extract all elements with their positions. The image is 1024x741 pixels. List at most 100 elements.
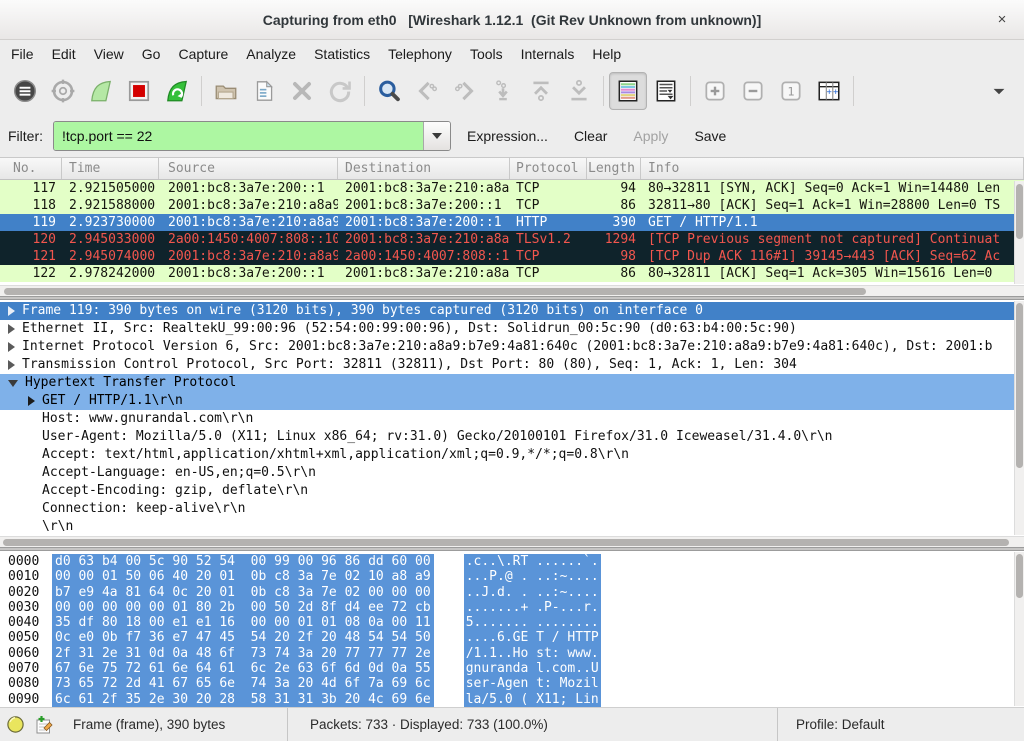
detail-line[interactable]: Ethernet II, Src: RealtekU_99:00:96 (52:… (0, 320, 1024, 338)
clear-button[interactable]: Clear (574, 128, 607, 144)
detail-line[interactable]: Accept-Language: en-US,en;q=0.5\r\n (0, 464, 1024, 482)
hex-bytes[interactable]: b7 e9 4a 81 64 0c 20 01 0b c8 3a 7e 02 0… (52, 585, 434, 600)
zoom-out-button[interactable] (734, 72, 772, 110)
find-packet-button[interactable] (370, 72, 408, 110)
menu-item-edit[interactable]: Edit (43, 42, 85, 66)
capture-options-button[interactable] (44, 72, 82, 110)
save-button[interactable]: Save (694, 128, 726, 144)
column-header-info[interactable]: Info (641, 158, 1024, 179)
go-to-bottom-button[interactable] (560, 72, 598, 110)
details-hscrollbar-thumb[interactable] (3, 539, 1009, 546)
hex-bytes[interactable]: 35 df 80 18 00 e1 e1 16 00 00 01 01 08 0… (52, 615, 434, 630)
column-header-time[interactable]: Time (62, 158, 159, 179)
hex-row-0080[interactable]: 008073 65 72 2d 41 67 65 6e 74 3a 20 4d … (0, 676, 1024, 691)
packet-row-119[interactable]: 1192.9237300002001:bc8:3a7e:210:a8a92001… (0, 214, 1024, 231)
go-to-top-button[interactable] (522, 72, 560, 110)
packet-row-120[interactable]: 1202.9450330002a00:1450:4007:808::102001… (0, 231, 1024, 248)
save-capture-file-button[interactable] (245, 72, 283, 110)
hex-row-0010[interactable]: 001000 00 01 50 06 40 20 01 0b c8 3a 7e … (0, 569, 1024, 584)
detail-line[interactable]: \r\n (0, 518, 1024, 536)
colorize-packet-list-button[interactable] (609, 72, 647, 110)
hex-row-0070[interactable]: 007067 6e 75 72 61 6e 64 61 6c 2e 63 6f … (0, 661, 1024, 676)
capture-stop-button[interactable] (120, 72, 158, 110)
hex-ascii[interactable]: ....6.GE T / HTTP (464, 630, 601, 645)
collapsed-arrow-icon[interactable] (8, 360, 15, 370)
show-interfaces-button[interactable] (6, 72, 44, 110)
detail-line[interactable]: Host: www.gnurandal.com\r\n (0, 410, 1024, 428)
auto-scroll-button[interactable] (647, 72, 685, 110)
hex-bytes[interactable]: 00 00 00 00 00 01 80 2b 00 50 2d 8f d4 e… (52, 600, 434, 615)
packet-list-vscrollbar-thumb[interactable] (1016, 184, 1023, 239)
packet-list-hscrollbar[interactable] (0, 285, 1024, 296)
column-header-destination[interactable]: Destination (338, 158, 510, 179)
menu-item-telephony[interactable]: Telephony (379, 42, 461, 66)
hex-ascii[interactable]: gnuranda l.com..U (464, 661, 601, 676)
statusbar-profile[interactable]: Profile: Default (796, 717, 885, 732)
go-to-packet-button[interactable] (484, 72, 522, 110)
packet-list-vscrollbar[interactable] (1014, 181, 1024, 284)
capture-start-button[interactable] (82, 72, 120, 110)
hex-row-0040[interactable]: 004035 df 80 18 00 e1 e1 16 00 00 01 01 … (0, 615, 1024, 630)
collapsed-arrow-icon[interactable] (8, 306, 15, 316)
hex-row-0030[interactable]: 003000 00 00 00 00 01 80 2b 00 50 2d 8f … (0, 600, 1024, 615)
hex-row-0060[interactable]: 00602f 31 2e 31 0d 0a 48 6f 73 74 3a 20 … (0, 646, 1024, 661)
menu-item-internals[interactable]: Internals (512, 42, 584, 66)
menu-item-go[interactable]: Go (133, 42, 170, 66)
filter-history-dropdown[interactable] (423, 122, 450, 150)
hex-bytes[interactable]: 00 00 01 50 06 40 20 01 0b c8 3a 7e 02 1… (52, 569, 434, 584)
packet-row-121[interactable]: 1212.9450740002001:bc8:3a7e:210:a8a92a00… (0, 248, 1024, 265)
hex-bytes[interactable]: 2f 31 2e 31 0d 0a 48 6f 73 74 3a 20 77 7… (52, 646, 434, 661)
resize-columns-button[interactable]: ++ (810, 72, 848, 110)
detail-line[interactable]: Internet Protocol Version 6, Src: 2001:b… (0, 338, 1024, 356)
menu-item-view[interactable]: View (85, 42, 133, 66)
hex-bytes[interactable]: 0c e0 0b f7 36 e7 47 45 54 20 2f 20 48 5… (52, 630, 434, 645)
detail-line[interactable]: Hypertext Transfer Protocol (0, 374, 1024, 392)
hex-bytes[interactable]: 73 65 72 2d 41 67 65 6e 74 3a 20 4d 6f 7… (52, 676, 434, 691)
hex-ascii[interactable]: la/5.0 ( X11; Lin (464, 692, 601, 707)
hex-bytes[interactable]: d0 63 b4 00 5c 90 52 54 00 99 00 96 86 d… (52, 554, 434, 569)
menu-item-analyze[interactable]: Analyze (237, 42, 305, 66)
zoom-in-button[interactable] (696, 72, 734, 110)
hex-ascii[interactable]: ser-Agen t: Mozil (464, 676, 601, 691)
reload-capture-file-button[interactable] (321, 72, 359, 110)
collapsed-arrow-icon[interactable] (28, 396, 35, 406)
open-capture-file-button[interactable] (207, 72, 245, 110)
column-header-protocol[interactable]: Protocol (510, 158, 587, 179)
detail-line[interactable]: Transmission Control Protocol, Src Port:… (0, 356, 1024, 374)
hex-vscrollbar-thumb[interactable] (1016, 554, 1023, 598)
hex-ascii[interactable]: 5....... ........ (464, 615, 601, 630)
menu-item-capture[interactable]: Capture (169, 42, 237, 66)
go-back-button[interactable] (408, 72, 446, 110)
close-capture-file-button[interactable] (283, 72, 321, 110)
detail-line[interactable]: Accept-Encoding: gzip, deflate\r\n (0, 482, 1024, 500)
hex-ascii[interactable]: .c..\.RT ......`. (464, 554, 601, 569)
packet-row-118[interactable]: 1182.9215880002001:bc8:3a7e:210:a8a92001… (0, 197, 1024, 214)
hex-row-0000[interactable]: 0000d0 63 b4 00 5c 90 52 54 00 99 00 96 … (0, 554, 1024, 569)
detail-line[interactable]: Accept: text/html,application/xhtml+xml,… (0, 446, 1024, 464)
hex-ascii[interactable]: /1.1..Ho st: www. (464, 646, 601, 661)
menu-item-help[interactable]: Help (583, 42, 630, 66)
detail-line[interactable]: Frame 119: 390 bytes on wire (3120 bits)… (0, 302, 1024, 320)
filter-input[interactable] (54, 122, 423, 150)
detail-line[interactable]: GET / HTTP/1.1\r\n (0, 392, 1024, 410)
more-tools-dropdown-button[interactable] (980, 72, 1018, 110)
expert-info-icon[interactable] (6, 715, 25, 734)
packet-list-hscrollbar-thumb[interactable] (4, 288, 866, 295)
hex-row-0090[interactable]: 00906c 61 2f 35 2e 30 20 28 58 31 31 3b … (0, 692, 1024, 707)
zoom-100-button[interactable]: 1 (772, 72, 810, 110)
packet-row-117[interactable]: 1172.9215050002001:bc8:3a7e:200::12001:b… (0, 180, 1024, 197)
details-vscrollbar[interactable] (1014, 301, 1024, 535)
details-hscrollbar[interactable] (0, 536, 1024, 547)
hex-vscrollbar[interactable] (1014, 552, 1024, 706)
column-header-length[interactable]: Length (587, 158, 641, 179)
detail-line[interactable]: Connection: keep-alive\r\n (0, 500, 1024, 518)
hex-bytes[interactable]: 67 6e 75 72 61 6e 64 61 6c 2e 63 6f 6d 0… (52, 661, 434, 676)
collapsed-arrow-icon[interactable] (8, 324, 15, 334)
capture-comment-icon[interactable] (33, 715, 53, 735)
hex-ascii[interactable]: .......+ .P-...r. (464, 600, 601, 615)
hex-row-0020[interactable]: 0020b7 e9 4a 81 64 0c 20 01 0b c8 3a 7e … (0, 585, 1024, 600)
column-header-no[interactable]: No. (0, 158, 62, 179)
hex-row-0050[interactable]: 00500c e0 0b f7 36 e7 47 45 54 20 2f 20 … (0, 630, 1024, 645)
collapsed-arrow-icon[interactable] (8, 342, 15, 352)
go-forward-button[interactable] (446, 72, 484, 110)
